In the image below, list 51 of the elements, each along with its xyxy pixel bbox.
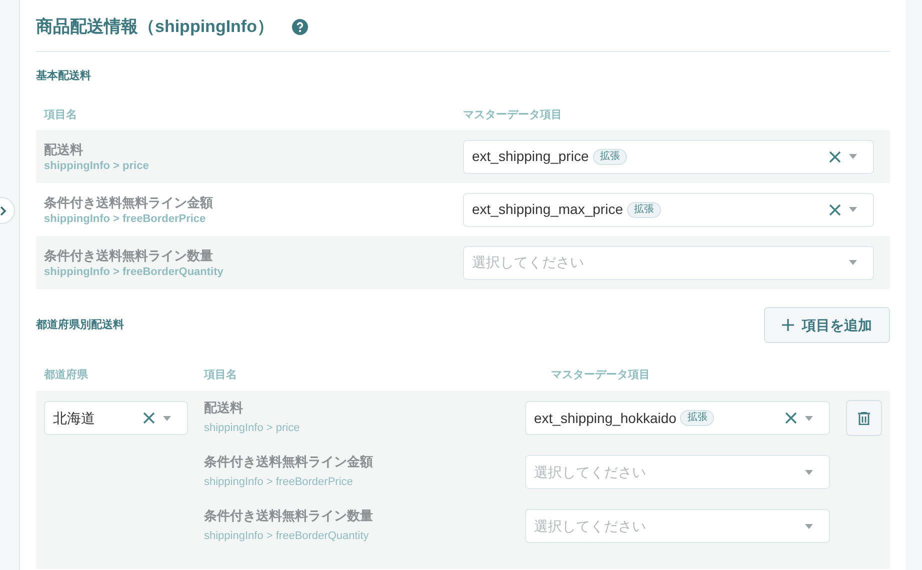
trash-icon (858, 412, 870, 424)
tag-badge: 拡張 (680, 410, 714, 426)
subsection-heading: 都道府県別配送料 (36, 318, 124, 333)
caret-icon (805, 524, 813, 528)
column-header: 都道府県 (42, 368, 89, 382)
item-name: 配送料 (44, 140, 84, 158)
section-title: 商品配送情報（shippingInfo） (36, 16, 274, 38)
help-icon[interactable] (292, 18, 308, 34)
caret-icon (805, 470, 813, 474)
clear-icon[interactable] (829, 204, 841, 216)
item-path: shippingInfo > freeBorderPrice (204, 475, 354, 489)
subsection-heading: 基本配送料 (36, 68, 91, 84)
add-item-button[interactable]: 項目を追加 (764, 307, 890, 343)
item-name: 条件付き送料無料ライン数量 (44, 246, 214, 264)
plus-icon (782, 319, 794, 331)
caret-icon (849, 154, 857, 159)
item-path: shippingInfo > freeBorderQuantity (44, 264, 224, 278)
delete-button[interactable] (846, 400, 882, 436)
select-field[interactable]: ext_shipping_price 拡張 (463, 140, 874, 174)
column-header: 項目名 (42, 108, 78, 123)
caret-icon (849, 260, 857, 265)
column-header: マスターデータ項目 (463, 108, 562, 123)
select-value: ext_shipping_max_price (472, 200, 623, 219)
select-value: 北海道 (53, 408, 96, 428)
prefecture-select[interactable]: 北海道 (44, 401, 188, 435)
select-value: ext_shipping_hokkaido (534, 408, 676, 428)
item-name: 条件付き送料無料ライン金額 (204, 453, 374, 471)
clear-icon[interactable] (785, 412, 797, 424)
clear-icon[interactable] (829, 150, 841, 162)
item-path: shippingInfo > price (204, 421, 301, 435)
select-field[interactable]: ext_shipping_max_price 拡張 (463, 192, 874, 226)
caret-icon (805, 416, 813, 420)
caret-icon (849, 207, 857, 212)
select-field[interactable]: ext_shipping_hokkaido 拡張 (525, 401, 830, 435)
tag-badge: 拡張 (592, 148, 627, 164)
tag-badge: 拡張 (626, 202, 661, 218)
caret-icon (163, 416, 171, 420)
item-name: 配送料 (204, 399, 244, 417)
column-header: 項目名 (204, 368, 238, 382)
item-path: shippingInfo > price (44, 158, 150, 172)
chevron-right-icon (0, 206, 7, 216)
clear-icon[interactable] (143, 412, 155, 424)
item-path: shippingInfo > freeBorderPrice (44, 212, 207, 226)
select-placeholder: 選択してください (534, 462, 646, 482)
column-header: マスターデータ項目 (551, 368, 650, 382)
item-path: shippingInfo > freeBorderQuantity (204, 529, 370, 543)
item-name: 条件付き送料無料ライン金額 (44, 194, 214, 212)
item-name: 条件付き送料無料ライン数量 (204, 507, 374, 525)
select-value: ext_shipping_price (472, 147, 589, 166)
select-placeholder: 選択してください (534, 516, 646, 536)
select-placeholder: 選択してください (472, 253, 584, 272)
